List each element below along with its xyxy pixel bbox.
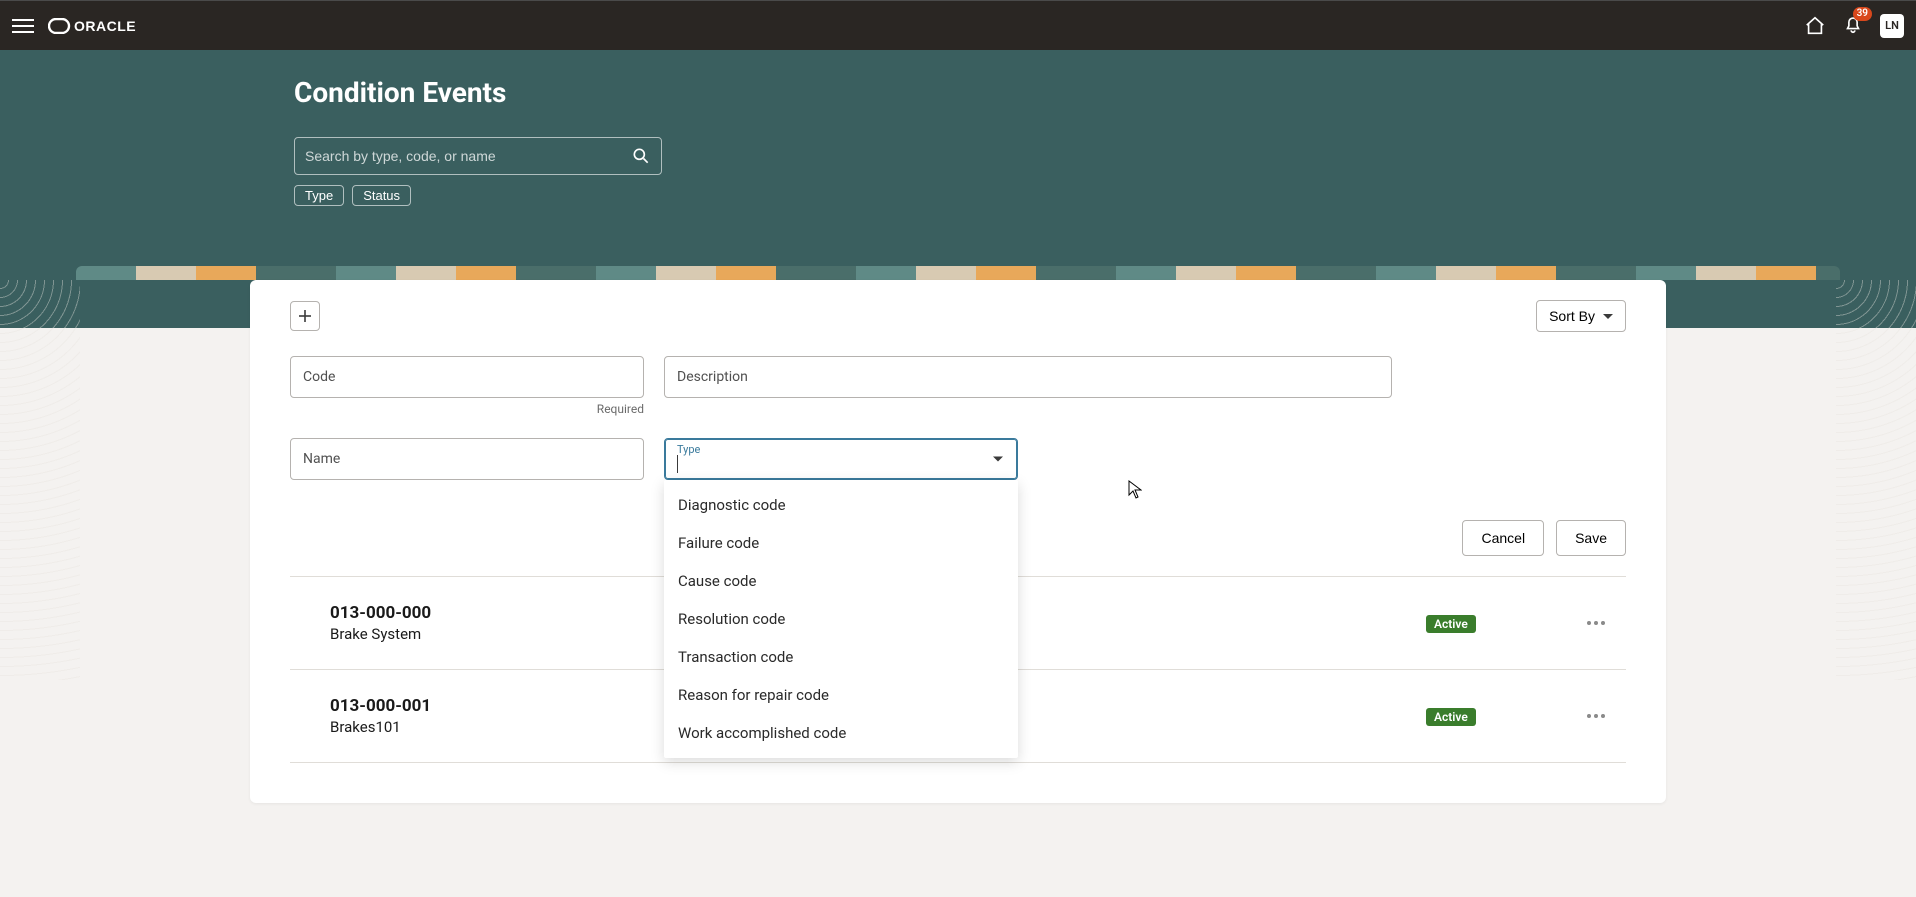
sort-by-label: Sort By bbox=[1549, 308, 1595, 324]
chip-type[interactable]: Type bbox=[294, 185, 344, 206]
avatar-initials: LN bbox=[1885, 19, 1899, 32]
caret-down-icon bbox=[993, 457, 1003, 462]
page-title: Condition Events bbox=[294, 76, 1622, 109]
description-label: Description bbox=[677, 369, 748, 385]
name-label: Name bbox=[303, 451, 340, 467]
topbar-left: ORACLE bbox=[12, 15, 168, 37]
type-option[interactable]: Failure code bbox=[664, 524, 1018, 562]
more-actions-button[interactable] bbox=[1566, 621, 1626, 625]
oracle-logo[interactable]: ORACLE bbox=[48, 18, 168, 34]
description-field-wrapper: Description bbox=[664, 356, 1392, 416]
type-option[interactable]: Transaction code bbox=[664, 638, 1018, 676]
add-button[interactable] bbox=[290, 301, 320, 331]
type-option[interactable]: Diagnostic code bbox=[664, 486, 1018, 524]
name-field[interactable]: Name bbox=[290, 438, 644, 480]
toolbar-row: Sort By bbox=[290, 300, 1626, 332]
sort-by-button[interactable]: Sort By bbox=[1536, 300, 1626, 332]
plus-icon bbox=[297, 308, 313, 324]
code-field-wrapper: Code Required bbox=[290, 356, 644, 416]
text-cursor bbox=[677, 455, 678, 473]
bg-pattern bbox=[1836, 280, 1916, 680]
search-input[interactable] bbox=[305, 148, 631, 164]
code-label: Code bbox=[303, 369, 335, 385]
type-option[interactable]: Resolution code bbox=[664, 600, 1018, 638]
decorative-strip bbox=[76, 266, 1840, 280]
code-helper: Required bbox=[290, 402, 644, 416]
avatar[interactable]: LN bbox=[1880, 14, 1904, 38]
status-badge: Active bbox=[1426, 708, 1476, 726]
type-label: Type bbox=[677, 443, 700, 456]
type-option[interactable]: Work accomplished code bbox=[664, 714, 1018, 752]
more-actions-button[interactable] bbox=[1566, 714, 1626, 718]
description-field[interactable]: Description bbox=[664, 356, 1392, 398]
search-box[interactable] bbox=[294, 137, 662, 175]
main-panel: Sort By Code Required Description Name T… bbox=[250, 280, 1666, 803]
divider bbox=[290, 762, 1626, 763]
type-field-wrapper: Type Diagnostic code Failure code Cause … bbox=[664, 438, 1018, 480]
hamburger-icon[interactable] bbox=[12, 15, 34, 37]
code-field[interactable]: Code bbox=[290, 356, 644, 398]
form-grid: Code Required Description Name Type Diag… bbox=[290, 356, 1626, 480]
cancel-button[interactable]: Cancel bbox=[1462, 520, 1544, 556]
caret-down-icon bbox=[1603, 314, 1613, 319]
type-dropdown: Diagnostic code Failure code Cause code … bbox=[664, 480, 1018, 758]
type-option[interactable]: Cause code bbox=[664, 562, 1018, 600]
topbar-right: 39 LN bbox=[1804, 13, 1904, 39]
bg-pattern bbox=[0, 280, 80, 680]
chip-status[interactable]: Status bbox=[352, 185, 411, 206]
name-field-wrapper: Name bbox=[290, 438, 644, 480]
status-badge: Active bbox=[1426, 615, 1476, 633]
type-option[interactable]: Reason for repair code bbox=[664, 676, 1018, 714]
filter-chips: Type Status bbox=[294, 185, 1622, 206]
logo-text: ORACLE bbox=[74, 18, 136, 34]
notifications-button[interactable]: 39 bbox=[1842, 13, 1864, 39]
search-icon[interactable] bbox=[631, 146, 651, 166]
type-select[interactable]: Type bbox=[664, 438, 1018, 480]
save-button[interactable]: Save bbox=[1556, 520, 1626, 556]
home-icon[interactable] bbox=[1804, 15, 1826, 37]
topbar: ORACLE 39 LN bbox=[0, 0, 1916, 50]
notification-badge: 39 bbox=[1853, 7, 1872, 21]
